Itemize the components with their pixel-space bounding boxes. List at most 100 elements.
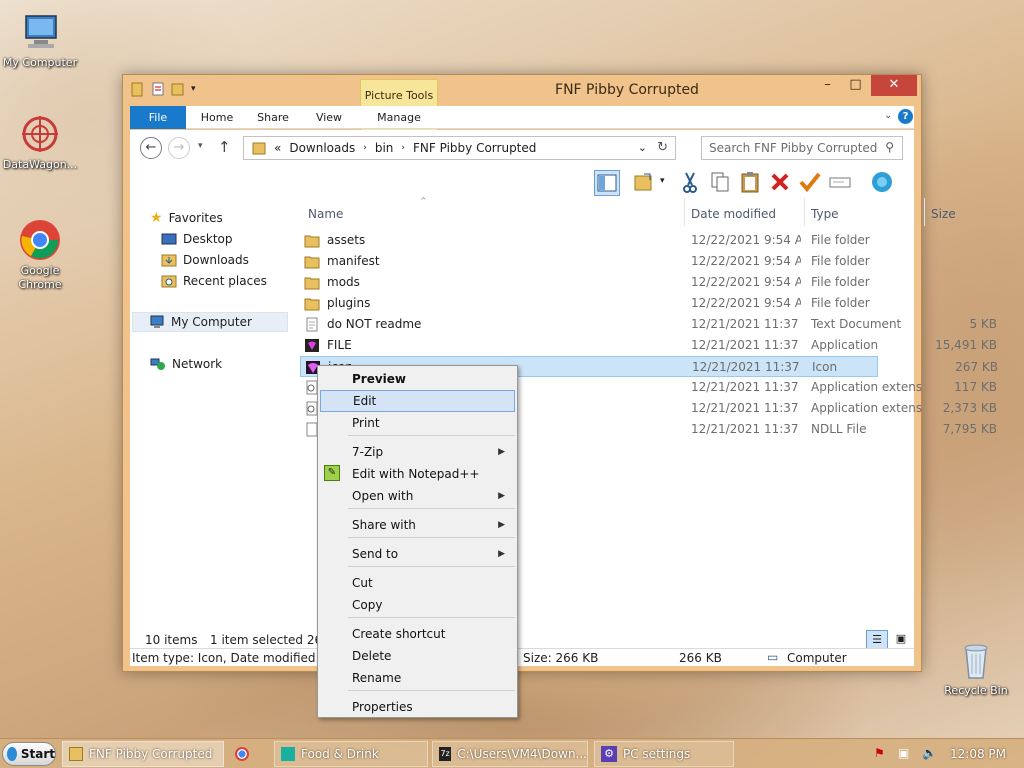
menu-item-properties[interactable]: Properties (320, 696, 515, 718)
nav-desktop[interactable]: Desktop (161, 229, 233, 249)
tab-file[interactable]: File (130, 106, 186, 129)
menu-item-delete[interactable]: Delete (320, 645, 515, 667)
address-dropdown-icon[interactable]: ⌄ (638, 141, 647, 154)
column-divider[interactable] (804, 198, 805, 226)
taskbar-explorer[interactable]: FNF Pibby Corrupted (62, 741, 224, 767)
address-bar[interactable]: « Downloads › bin › FNF Pibby Corrupted … (243, 136, 676, 160)
table-row[interactable]: mods 12/22/2021 9:54 AM File folder (300, 272, 878, 293)
folder-icon (252, 142, 266, 155)
tab-view[interactable]: View (304, 106, 354, 129)
submenu-arrow-icon: ▶ (498, 520, 505, 530)
column-divider[interactable] (924, 198, 925, 226)
table-row[interactable]: manifest 12/22/2021 9:54 AM File folder (300, 251, 878, 272)
file-size: 7,795 KB (942, 422, 997, 436)
menu-item-label: Create shortcut (352, 627, 446, 641)
tab-share[interactable]: Share (248, 106, 298, 129)
title-bar[interactable]: ▾ FNF Pibby Corrupted – □ ✕ (123, 75, 921, 105)
column-header-size[interactable]: Size (931, 202, 956, 226)
action-center-icon[interactable]: ⚑ (874, 746, 885, 760)
downloads-folder-icon (161, 254, 177, 267)
desktop-icon-google-chrome[interactable]: Google Chrome (0, 218, 80, 292)
delete-button[interactable] (768, 170, 794, 196)
menu-item-preview[interactable]: Preview (320, 368, 515, 390)
copy-button[interactable] (708, 170, 734, 196)
chevron-down-icon[interactable]: ⌄ (884, 110, 892, 121)
volume-icon[interactable]: 🔈 (922, 746, 937, 760)
menu-item-print[interactable]: Print (320, 412, 515, 434)
file-name: assets (327, 233, 366, 247)
start-label: Start (20, 747, 55, 761)
menu-item-copy[interactable]: Copy (320, 594, 515, 616)
taskbar-pc-settings[interactable]: ⚙ PC settings (594, 741, 734, 767)
search-box: ⚲ (701, 136, 903, 160)
menu-item-send-to[interactable]: Send to ▶ (320, 543, 515, 565)
file-name: manifest (327, 254, 380, 268)
column-header-type[interactable]: Type (811, 202, 839, 226)
refresh-icon[interactable]: ↻ (657, 140, 668, 155)
desktop-icon-my-computer[interactable]: My Computer (0, 10, 80, 70)
breadcrumb-current[interactable]: FNF Pibby Corrupted (413, 141, 536, 155)
folder-options-button[interactable] (632, 170, 658, 196)
details-view-button[interactable]: ☰ (866, 630, 888, 650)
menu-item-create-shortcut[interactable]: Create shortcut (320, 623, 515, 645)
shell-button[interactable] (870, 170, 896, 196)
chevron-down-icon[interactable]: ▾ (660, 176, 665, 186)
back-button[interactable]: ← (140, 137, 162, 159)
nav-desktop-label: Desktop (183, 232, 233, 246)
menu-item-cut[interactable]: Cut (320, 572, 515, 594)
nav-recent-places[interactable]: Recent places (161, 271, 267, 291)
folder-icon (304, 275, 320, 290)
clock[interactable]: 12:08 PM (950, 747, 1006, 761)
taskbar-food-drink[interactable]: Food & Drink (274, 741, 428, 767)
breadcrumb-downloads[interactable]: Downloads (289, 141, 355, 155)
gear-icon: ⚙ (601, 746, 617, 762)
help-icon[interactable]: ? (898, 109, 913, 124)
rename-button[interactable] (828, 170, 854, 196)
cut-button[interactable] (678, 170, 704, 196)
forward-button[interactable]: → (168, 137, 190, 159)
network-tray-icon[interactable]: ▣ (898, 746, 909, 760)
nav-my-computer[interactable]: My Computer (132, 312, 288, 332)
paste-button[interactable] (738, 170, 764, 196)
breadcrumb-separator-icon: › (363, 143, 367, 153)
nav-network[interactable]: Network (150, 354, 222, 374)
large-icons-view-button[interactable]: ▣ (890, 630, 912, 650)
column-header-name[interactable]: Name (308, 202, 343, 226)
nav-downloads[interactable]: Downloads (161, 250, 249, 270)
menu-item-edit-with-notepad[interactable]: Edit with Notepad++ (320, 463, 515, 485)
menu-item-edit[interactable]: Edit (320, 390, 515, 412)
menu-item-share-with[interactable]: Share with ▶ (320, 514, 515, 536)
file-date: 12/22/2021 9:54 AM (691, 296, 801, 310)
minimize-button[interactable]: – (814, 75, 841, 96)
menu-item-7-zip[interactable]: 7-Zip ▶ (320, 441, 515, 463)
details-item-type: Item type: Icon, Date modified: 12/2 (132, 651, 318, 665)
table-row[interactable]: assets 12/22/2021 9:54 AM File folder (300, 230, 878, 251)
context-menu: ✎ Preview Edit Print 7-Zip ▶ Edit with Notepa… (317, 365, 518, 718)
recent-locations-icon[interactable]: ▾ (198, 141, 203, 151)
tab-manage[interactable]: Manage (360, 106, 438, 129)
maximize-button[interactable]: □ (842, 75, 869, 96)
column-divider[interactable] (684, 198, 685, 226)
desktop-icon-datawagon[interactable]: DataWagon... (0, 112, 80, 172)
preview-pane-button[interactable] (594, 170, 620, 196)
table-row[interactable]: do NOT readme 12/21/2021 11:37 ... Text Do… (300, 314, 997, 335)
up-button[interactable]: ↑ (218, 138, 231, 156)
menu-item-open-with[interactable]: Open with ▶ (320, 485, 515, 507)
column-header-date[interactable]: Date modified (691, 202, 776, 226)
tab-home[interactable]: Home (192, 106, 242, 129)
close-button[interactable]: ✕ (871, 75, 917, 96)
taskbar-food-drink-label: Food & Drink (301, 747, 379, 761)
search-input[interactable] (702, 137, 877, 159)
checkmark-button[interactable] (798, 170, 824, 196)
start-button[interactable]: Start (2, 742, 56, 766)
taskbar-7zip[interactable]: 7z C:\Users\VM4\Down... (432, 741, 588, 767)
menu-item-rename[interactable]: Rename (320, 667, 515, 689)
taskbar-chrome[interactable] (228, 741, 268, 767)
table-row[interactable]: plugins 12/22/2021 9:54 AM File folder (300, 293, 878, 314)
breadcrumb-bin[interactable]: bin (375, 141, 394, 155)
table-row[interactable]: FILE 12/21/2021 11:37 ... Application 15,49… (300, 335, 997, 356)
desktop-icon-recycle-bin[interactable]: Recycle Bin (936, 638, 1016, 698)
breadcrumb-overflow[interactable]: « (274, 141, 281, 155)
search-icon[interactable]: ⚲ (885, 140, 894, 154)
nav-favorites[interactable]: ★ Favorites (150, 208, 223, 228)
